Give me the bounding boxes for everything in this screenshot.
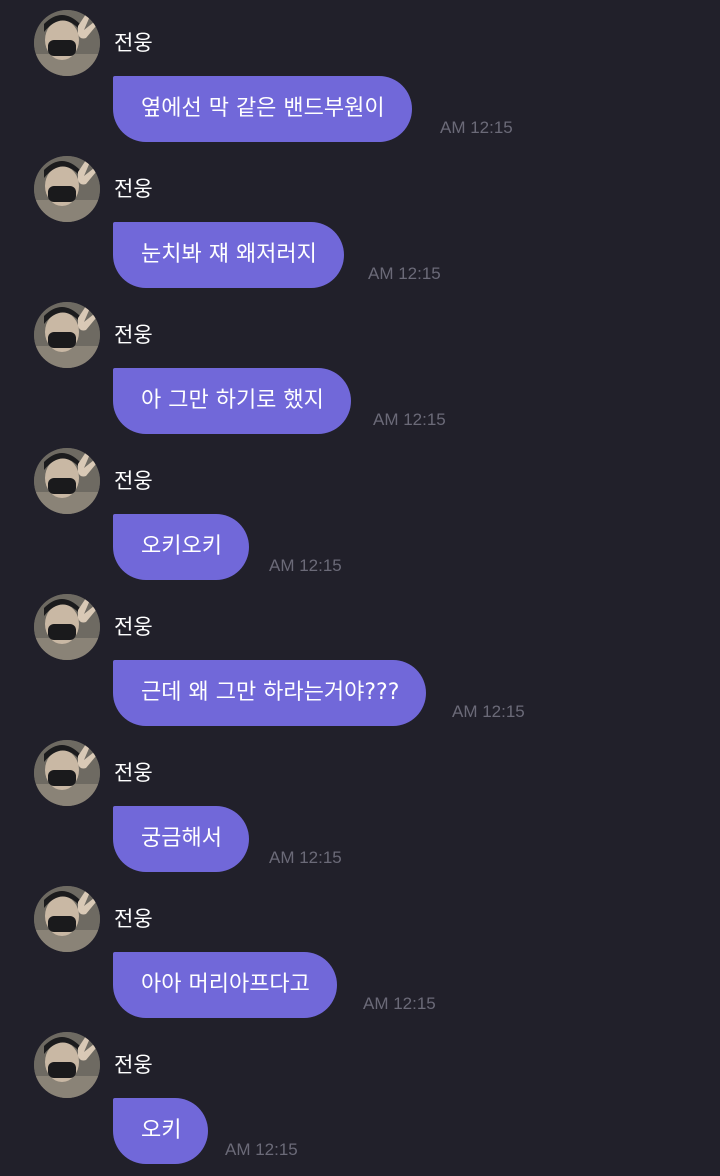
message-bubble[interactable]: 옆에선 막 같은 밴드부원이 bbox=[113, 76, 412, 142]
message-timestamp: AM 12:15 bbox=[452, 702, 525, 721]
sender-name: 전웅 bbox=[114, 907, 153, 931]
message-bubble[interactable]: 궁금해서 bbox=[113, 806, 249, 872]
avatar-photo-icon bbox=[34, 10, 100, 76]
avatar[interactable] bbox=[34, 740, 100, 806]
avatar-photo-icon bbox=[34, 886, 100, 952]
avatar[interactable] bbox=[34, 302, 100, 368]
avatar[interactable] bbox=[34, 1032, 100, 1098]
sender-name: 전웅 bbox=[114, 761, 153, 785]
avatar-photo-icon bbox=[34, 156, 100, 222]
sender-name: 전웅 bbox=[114, 1053, 153, 1077]
avatar[interactable] bbox=[34, 156, 100, 222]
sender-name: 전웅 bbox=[114, 323, 153, 347]
message-timestamp: AM 12:15 bbox=[269, 556, 342, 575]
avatar[interactable] bbox=[34, 448, 100, 514]
message-timestamp: AM 12:15 bbox=[440, 118, 513, 137]
chat-message: 전웅 아 그만 하기로 했지 AM 12:15 bbox=[0, 292, 720, 438]
chat-message: 전웅 근데 왜 그만 하라는거야??? AM 12:15 bbox=[0, 584, 720, 730]
avatar-photo-icon bbox=[34, 594, 100, 660]
message-timestamp: AM 12:15 bbox=[373, 410, 446, 429]
chat-message: 전웅 옆에선 막 같은 밴드부원이 AM 12:15 bbox=[0, 0, 720, 146]
message-bubble[interactable]: 오키오키 bbox=[113, 514, 249, 580]
message-timestamp: AM 12:15 bbox=[368, 264, 441, 283]
avatar-photo-icon bbox=[34, 448, 100, 514]
avatar[interactable] bbox=[34, 594, 100, 660]
message-bubble[interactable]: 아 그만 하기로 했지 bbox=[113, 368, 351, 434]
sender-name: 전웅 bbox=[114, 469, 153, 493]
message-bubble[interactable]: 아아 머리아프다고 bbox=[113, 952, 337, 1018]
chat-message: 전웅 오키 AM 12:15 bbox=[0, 1022, 720, 1168]
message-bubble[interactable]: 근데 왜 그만 하라는거야??? bbox=[113, 660, 427, 726]
sender-name: 전웅 bbox=[114, 615, 153, 639]
avatar-photo-icon bbox=[34, 1032, 100, 1098]
message-bubble[interactable]: 오키 bbox=[113, 1098, 209, 1164]
chat-message-list[interactable]: 전웅 옆에선 막 같은 밴드부원이 AM 12:15 전웅 눈치봐 쟤 왜저러지… bbox=[0, 0, 720, 1176]
avatar-photo-icon bbox=[34, 302, 100, 368]
message-timestamp: AM 12:15 bbox=[225, 1140, 298, 1159]
message-bubble[interactable]: 눈치봐 쟤 왜저러지 bbox=[113, 222, 344, 288]
sender-name: 전웅 bbox=[114, 177, 153, 201]
avatar[interactable] bbox=[34, 886, 100, 952]
message-timestamp: AM 12:15 bbox=[269, 848, 342, 867]
chat-message: 전웅 오키오키 AM 12:15 bbox=[0, 438, 720, 584]
message-timestamp: AM 12:15 bbox=[363, 994, 436, 1013]
chat-message: 전웅 눈치봐 쟤 왜저러지 AM 12:15 bbox=[0, 146, 720, 292]
sender-name: 전웅 bbox=[114, 31, 153, 55]
chat-message: 전웅 아아 머리아프다고 AM 12:15 bbox=[0, 876, 720, 1022]
avatar-photo-icon bbox=[34, 740, 100, 806]
avatar[interactable] bbox=[34, 10, 100, 76]
chat-message: 전웅 궁금해서 AM 12:15 bbox=[0, 730, 720, 876]
